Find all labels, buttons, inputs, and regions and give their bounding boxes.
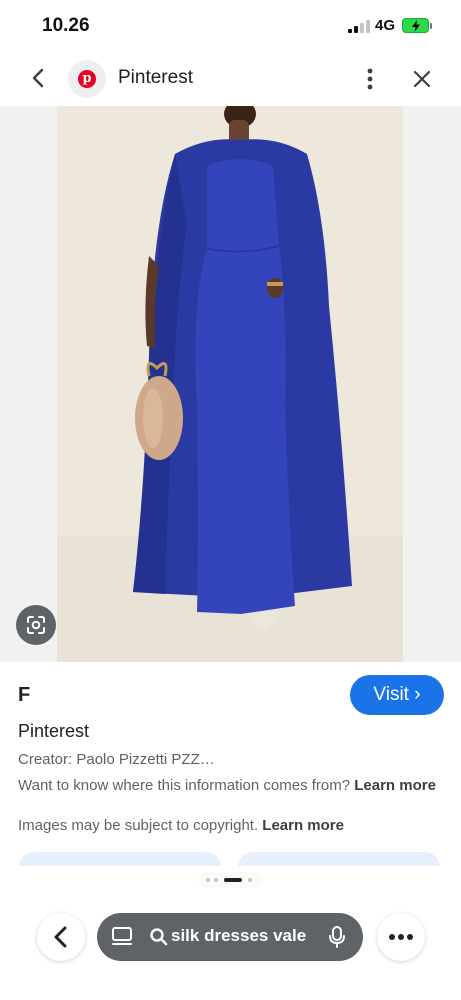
result-creator: Creator: Paolo Pizzetti PZZ… <box>18 751 215 768</box>
google-lens-icon[interactable] <box>16 605 56 645</box>
page-title: Pinterest <box>118 67 193 88</box>
search-icon <box>150 928 168 946</box>
network-label: 4G <box>375 17 396 34</box>
visit-button[interactable]: Visit › <box>350 675 444 715</box>
result-info-panel: F Visit › Pinterest Creator: Paolo Pizze… <box>0 662 461 862</box>
action-chip[interactable] <box>19 852 221 866</box>
dress-photo[interactable] <box>57 106 403 662</box>
more-horiz-icon[interactable] <box>377 913 425 961</box>
page-indicator <box>198 872 262 888</box>
status-bar: 10.26 4G <box>0 0 461 52</box>
copyright-text: Images may be subject to copyright. <box>18 817 259 834</box>
battery-charging-icon <box>402 18 432 33</box>
learn-more-link[interactable]: Learn more <box>354 777 436 794</box>
search-bar[interactable]: silk dresses vale <box>97 913 363 961</box>
more-vert-icon[interactable] <box>359 65 381 93</box>
copyright-learn-more-link[interactable]: Learn more <box>262 817 344 834</box>
mic-icon[interactable] <box>327 925 347 949</box>
status-time: 10.26 <box>42 15 90 36</box>
result-letter: F <box>18 684 31 706</box>
result-source[interactable]: Pinterest <box>18 721 89 742</box>
image-preview-area <box>0 106 461 662</box>
close-icon[interactable] <box>410 67 434 91</box>
pinterest-logo-icon: p <box>68 60 106 98</box>
action-chip[interactable] <box>238 852 440 866</box>
bottom-toolbar: silk dresses vale <box>0 895 461 1000</box>
back-arrow-icon[interactable] <box>26 65 52 91</box>
search-query-text[interactable]: silk dresses vale <box>171 926 317 946</box>
back-chevron-icon[interactable] <box>37 913 85 961</box>
copyright-notice: Images may be subject to copyright. Lear… <box>18 817 344 834</box>
signal-icon <box>348 20 370 33</box>
tab-switcher-icon[interactable] <box>111 926 135 948</box>
info-source-text: Want to know where this information come… <box>18 777 351 794</box>
action-chips-row <box>0 852 461 866</box>
info-source-notice: Want to know where this information come… <box>18 775 443 796</box>
browser-header: p Pinterest <box>0 52 461 106</box>
